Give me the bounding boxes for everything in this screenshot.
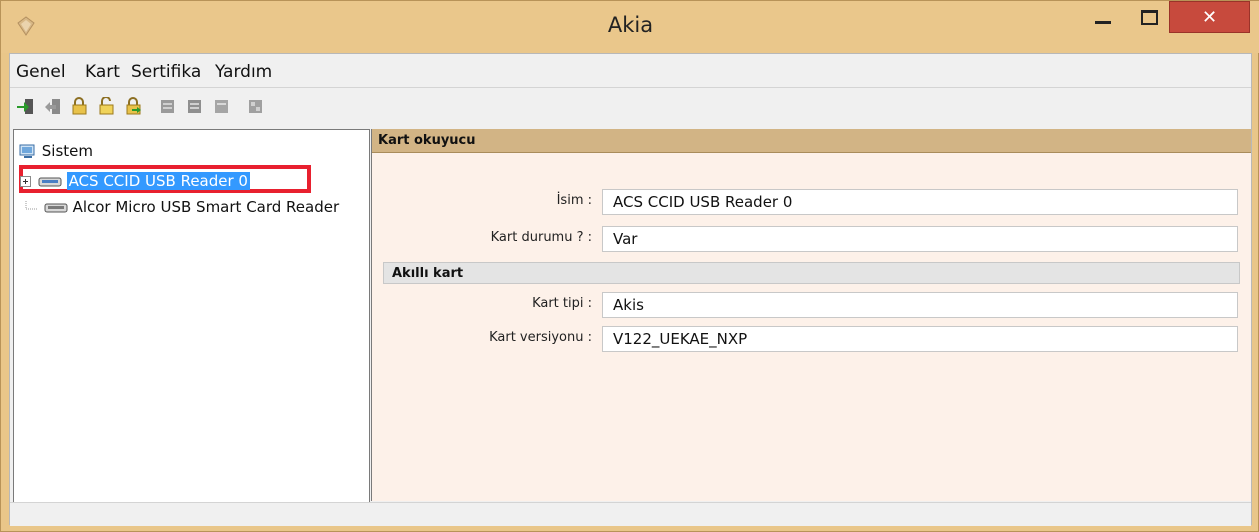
tree-item-acs-reader[interactable]: ACS CCID USB Reader 0 — [19, 172, 250, 194]
menu-bar: Genel Kart Sertifika Yardım — [10, 54, 1251, 88]
cert-import-icon[interactable] — [158, 97, 177, 116]
field-value-kart-durumu: Var — [602, 226, 1238, 252]
expand-plus-icon[interactable] — [19, 175, 33, 189]
close-icon: ✕ — [1201, 6, 1218, 28]
minimize-icon — [1095, 20, 1111, 24]
minimize-button[interactable] — [1081, 1, 1125, 33]
lock-icon[interactable] — [70, 97, 89, 116]
section-header-akilli-kart: Akıllı kart — [383, 262, 1240, 284]
card-reader-icon — [44, 203, 68, 212]
detail-panel: Kart okuyucu İsim : ACS CCID USB Reader … — [371, 129, 1251, 501]
tree-label-alcor-reader: Alcor Micro USB Smart Card Reader — [72, 198, 340, 216]
field-label-isim: İsim : — [556, 193, 592, 208]
maximize-button[interactable] — [1127, 1, 1171, 33]
field-label-kart-versiyonu: Kart versiyonu : — [489, 330, 592, 345]
field-value-kart-tipi: Akis — [602, 292, 1238, 318]
client-area: Genel Kart Sertifika Yardım Sistem ACS C… — [9, 53, 1252, 526]
window-title: Akia — [607, 13, 654, 37]
close-button[interactable]: ✕ — [1169, 1, 1250, 33]
menu-kart[interactable]: Kart — [85, 62, 120, 82]
app-window: Akia ✕ Genel Kart Sertifika Yardım Siste… — [0, 0, 1259, 532]
menu-sertifika[interactable]: Sertifika — [131, 62, 201, 82]
field-label-kart-durumu: Kart durumu ? : — [490, 230, 592, 245]
menu-yardim[interactable]: Yardım — [215, 62, 272, 82]
cert-grid-icon[interactable] — [246, 97, 265, 116]
tree-item-sistem[interactable]: Sistem — [19, 142, 93, 164]
cert-export-icon[interactable] — [185, 97, 204, 116]
field-value-isim: ACS CCID USB Reader 0 — [602, 189, 1238, 215]
device-tree: Sistem ACS CCID USB Reader 0 Alcor Micro… — [13, 129, 370, 515]
maximize-icon — [1140, 9, 1158, 25]
tree-connector-line — [25, 200, 37, 209]
title-bar[interactable]: Akia ✕ — [1, 1, 1259, 53]
card-reader-icon — [38, 177, 62, 186]
lock-arrow-icon[interactable] — [124, 97, 143, 116]
status-bar — [10, 502, 1251, 526]
field-label-kart-tipi: Kart tipi : — [532, 296, 592, 311]
tree-label-sistem: Sistem — [41, 142, 94, 160]
login-icon[interactable] — [16, 97, 35, 116]
computer-icon — [19, 144, 35, 158]
logout-icon[interactable] — [43, 97, 62, 116]
cert-delete-icon[interactable] — [212, 97, 231, 116]
section-header-kart-okuyucu: Kart okuyucu — [372, 129, 1251, 153]
field-value-kart-versiyonu: V122_UEKAE_NXP — [602, 326, 1238, 352]
tree-label-acs-reader: ACS CCID USB Reader 0 — [66, 172, 250, 190]
menu-genel[interactable]: Genel — [16, 62, 66, 82]
lock-open-icon[interactable] — [97, 97, 116, 116]
tree-item-alcor-reader[interactable]: Alcor Micro USB Smart Card Reader — [19, 198, 339, 220]
toolbar — [10, 89, 1251, 125]
